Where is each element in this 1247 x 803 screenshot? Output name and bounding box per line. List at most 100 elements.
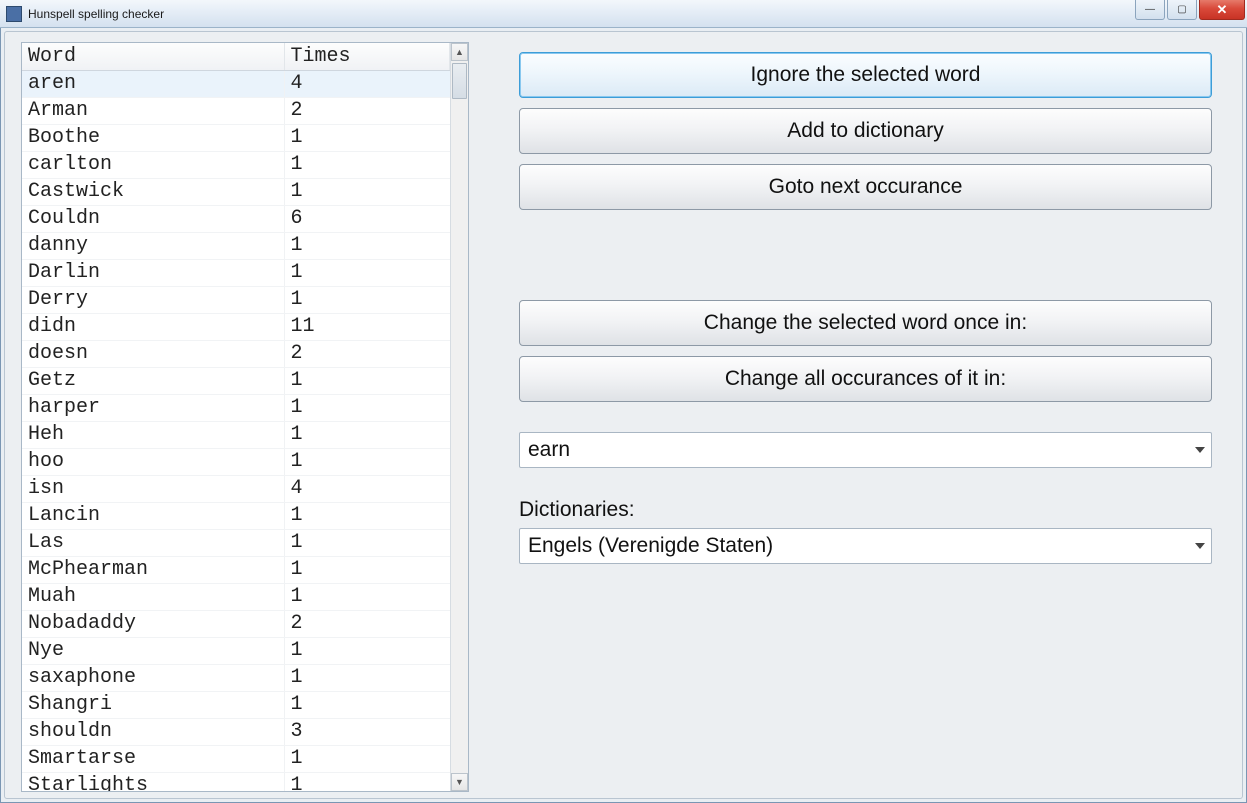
goto-next-button[interactable]: Goto next occurance: [519, 164, 1212, 210]
table-row[interactable]: saxaphone1: [22, 665, 450, 692]
cell-times: 1: [284, 530, 450, 557]
cell-word: Heh: [22, 422, 284, 449]
cell-times: 1: [284, 260, 450, 287]
cell-word: Darlin: [22, 260, 284, 287]
table-row[interactable]: aren4: [22, 71, 450, 98]
close-button[interactable]: ✕: [1199, 0, 1245, 20]
dictionary-dropdown[interactable]: Engels (Verenigde Staten): [519, 528, 1212, 564]
cell-word: saxaphone: [22, 665, 284, 692]
table-row[interactable]: Getz1: [22, 368, 450, 395]
table-row[interactable]: Boothe1: [22, 125, 450, 152]
col-header-word[interactable]: Word: [22, 43, 284, 71]
col-header-times[interactable]: Times: [284, 43, 450, 71]
titlebar[interactable]: Hunspell spelling checker — ▢ ✕: [0, 0, 1247, 28]
cell-times: 4: [284, 71, 450, 98]
scrollbar-vertical[interactable]: ▲ ▼: [450, 43, 468, 791]
cell-times: 1: [284, 125, 450, 152]
cell-word: danny: [22, 233, 284, 260]
word-list-table[interactable]: Word Times aren4Arman2Boothe1carlton1Cas…: [22, 43, 450, 792]
cell-times: 1: [284, 773, 450, 793]
dictionary-value: Engels (Verenigde Staten): [528, 534, 773, 558]
cell-times: 1: [284, 395, 450, 422]
cell-times: 1: [284, 584, 450, 611]
table-row[interactable]: Darlin1: [22, 260, 450, 287]
table-row[interactable]: doesn2: [22, 341, 450, 368]
change-all-button[interactable]: Change all occurances of it in:: [519, 356, 1212, 402]
table-row[interactable]: danny1: [22, 233, 450, 260]
cell-times: 1: [284, 233, 450, 260]
cell-times: 1: [284, 179, 450, 206]
dropdown-caret-icon: [1195, 447, 1205, 453]
table-row[interactable]: Castwick1: [22, 179, 450, 206]
table-row[interactable]: Heh1: [22, 422, 450, 449]
window-controls: — ▢ ✕: [1133, 0, 1247, 22]
table-row[interactable]: Las1: [22, 530, 450, 557]
suggestion-value: earn: [528, 438, 570, 462]
table-header-row: Word Times: [22, 43, 450, 71]
table-row[interactable]: Arman2: [22, 98, 450, 125]
table-row[interactable]: Derry1: [22, 287, 450, 314]
cell-times: 1: [284, 557, 450, 584]
table-row[interactable]: hoo1: [22, 449, 450, 476]
cell-word: harper: [22, 395, 284, 422]
table-row[interactable]: didn11: [22, 314, 450, 341]
dictionaries-label: Dictionaries:: [519, 498, 1212, 522]
cell-word: isn: [22, 476, 284, 503]
cell-word: Nobadaddy: [22, 611, 284, 638]
table-row[interactable]: Nobadaddy2: [22, 611, 450, 638]
cell-word: Smartarse: [22, 746, 284, 773]
cell-word: McPhearman: [22, 557, 284, 584]
app-icon: [6, 6, 22, 22]
cell-times: 1: [284, 152, 450, 179]
cell-word: Muah: [22, 584, 284, 611]
cell-times: 2: [284, 98, 450, 125]
cell-times: 1: [284, 287, 450, 314]
table-row[interactable]: shouldn3: [22, 719, 450, 746]
cell-times: 1: [284, 665, 450, 692]
cell-times: 2: [284, 611, 450, 638]
table-row[interactable]: Muah1: [22, 584, 450, 611]
maximize-button[interactable]: ▢: [1167, 0, 1197, 20]
table-row[interactable]: isn4: [22, 476, 450, 503]
scroll-thumb[interactable]: [452, 63, 467, 99]
window-title: Hunspell spelling checker: [28, 7, 164, 21]
cell-word: Starlights: [22, 773, 284, 793]
minimize-button[interactable]: —: [1135, 0, 1165, 20]
table-row[interactable]: carlton1: [22, 152, 450, 179]
ignore-button[interactable]: Ignore the selected word: [519, 52, 1212, 98]
dropdown-caret-icon: [1195, 543, 1205, 549]
table-row[interactable]: Couldn6: [22, 206, 450, 233]
table-row[interactable]: harper1: [22, 395, 450, 422]
cell-word: Castwick: [22, 179, 284, 206]
suggestion-dropdown[interactable]: earn: [519, 432, 1212, 468]
change-once-button[interactable]: Change the selected word once in:: [519, 300, 1212, 346]
cell-word: didn: [22, 314, 284, 341]
table-row[interactable]: McPhearman1: [22, 557, 450, 584]
cell-times: 4: [284, 476, 450, 503]
cell-times: 3: [284, 719, 450, 746]
cell-times: 1: [284, 638, 450, 665]
cell-times: 1: [284, 449, 450, 476]
table-row[interactable]: Smartarse1: [22, 746, 450, 773]
cell-times: 1: [284, 746, 450, 773]
scroll-down-button[interactable]: ▼: [451, 773, 468, 791]
cell-word: hoo: [22, 449, 284, 476]
table-row[interactable]: Shangri1: [22, 692, 450, 719]
table-row[interactable]: Starlights1: [22, 773, 450, 793]
cell-word: Derry: [22, 287, 284, 314]
word-list-container: Word Times aren4Arman2Boothe1carlton1Cas…: [21, 42, 469, 792]
cell-word: Arman: [22, 98, 284, 125]
cell-word: carlton: [22, 152, 284, 179]
scroll-up-button[interactable]: ▲: [451, 43, 468, 61]
add-to-dictionary-button[interactable]: Add to dictionary: [519, 108, 1212, 154]
cell-word: doesn: [22, 341, 284, 368]
cell-word: Las: [22, 530, 284, 557]
cell-times: 11: [284, 314, 450, 341]
table-row[interactable]: Nye1: [22, 638, 450, 665]
main-panel: Word Times aren4Arman2Boothe1carlton1Cas…: [4, 31, 1243, 799]
cell-word: Couldn: [22, 206, 284, 233]
cell-times: 1: [284, 422, 450, 449]
table-row[interactable]: Lancin1: [22, 503, 450, 530]
cell-word: Shangri: [22, 692, 284, 719]
cell-word: shouldn: [22, 719, 284, 746]
